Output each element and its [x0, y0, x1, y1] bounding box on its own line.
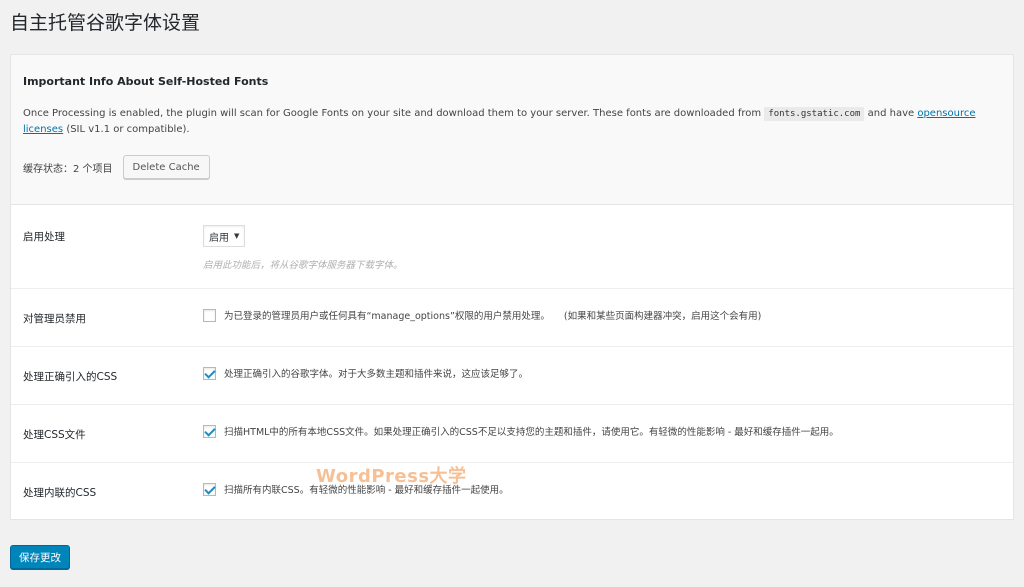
fonts-domain-code: fonts.gstatic.com — [764, 107, 865, 121]
setting-row-process-css-files: 处理CSS文件 扫描HTML中的所有本地CSS文件。如果处理正确引入的CSS不足… — [11, 405, 1013, 463]
setting-row-enable: 启用处理 启用 ▼ 启用此功能后，将从谷歌字体服务器下载字体。 — [11, 205, 1013, 289]
info-box: Important Info About Self-Hosted Fonts O… — [11, 55, 1013, 205]
process-enqueued-text: 处理正确引入的谷歌字体。对于大多数主题和插件来说，这应该足够了。 — [224, 369, 529, 380]
info-text: Once Processing is enabled, the plugin w… — [23, 106, 1003, 138]
setting-row-process-enqueued: 处理正确引入的CSS 处理正确引入的谷歌字体。对于大多数主题和插件来说，这应该足… — [11, 347, 1013, 405]
enable-label: 启用处理 — [23, 231, 65, 243]
process-css-files-label: 处理CSS文件 — [23, 429, 86, 441]
process-inline-checkbox[interactable] — [203, 482, 216, 496]
cache-status-row: 缓存状态：2 个项目 Delete Cache — [23, 155, 210, 179]
watermark: WordPress大学 — [316, 466, 467, 487]
info-text-part3: (SIL v1.1 or compatible). — [66, 124, 190, 135]
setting-row-disable-admin: 对管理员禁用 为已登录的管理员用户或任何具有“manage_options”权限… — [11, 289, 1013, 347]
enable-description: 启用此功能后，将从谷歌字体服务器下载字体。 — [203, 260, 403, 271]
disable-admin-note: (如果和某些页面构建器冲突，启用这个会有用) — [563, 311, 762, 322]
info-title: Important Info About Self-Hosted Fonts — [23, 75, 269, 88]
process-css-files-text: 扫描HTML中的所有本地CSS文件。如果处理正确引入的CSS不足以支持您的主题和… — [224, 427, 839, 438]
dropdown-caret-icon: ▼ — [234, 232, 240, 240]
process-css-files-option: 扫描HTML中的所有本地CSS文件。如果处理正确引入的CSS不足以支持您的主题和… — [203, 424, 839, 438]
process-enqueued-checkbox[interactable] — [203, 366, 216, 380]
disable-admin-text: 为已登录的管理员用户或任何具有“manage_options”权限的用户禁用处理… — [224, 311, 550, 322]
info-text-part1: Once Processing is enabled, the plugin w… — [23, 108, 762, 119]
disable-admin-option: 为已登录的管理员用户或任何具有“manage_options”权限的用户禁用处理… — [203, 308, 761, 322]
process-enqueued-option: 处理正确引入的谷歌字体。对于大多数主题和插件来说，这应该足够了。 — [203, 366, 528, 380]
disable-admin-checkbox[interactable] — [203, 308, 216, 322]
disable-admin-label: 对管理员禁用 — [23, 313, 86, 325]
enable-select[interactable]: 启用 ▼ — [203, 225, 246, 247]
page-title: 自主托管谷歌字体设置 — [10, 12, 201, 34]
cache-status: 缓存状态：2 个项目 — [23, 163, 113, 175]
process-css-files-checkbox[interactable] — [203, 424, 216, 438]
settings-panel: Important Info About Self-Hosted Fonts O… — [10, 54, 1014, 520]
delete-cache-button[interactable]: Delete Cache — [122, 155, 210, 179]
save-changes-button[interactable]: 保存更改 — [10, 545, 70, 569]
setting-row-process-inline: 处理内联的CSS 扫描所有内联CSS。有轻微的性能影响 - 最好和缓存插件一起使… — [11, 463, 1013, 519]
enable-select-value: 启用 — [209, 232, 229, 244]
info-text-part2: and have — [867, 108, 915, 119]
process-enqueued-label: 处理正确引入的CSS — [23, 371, 118, 383]
process-inline-label: 处理内联的CSS — [23, 487, 97, 499]
